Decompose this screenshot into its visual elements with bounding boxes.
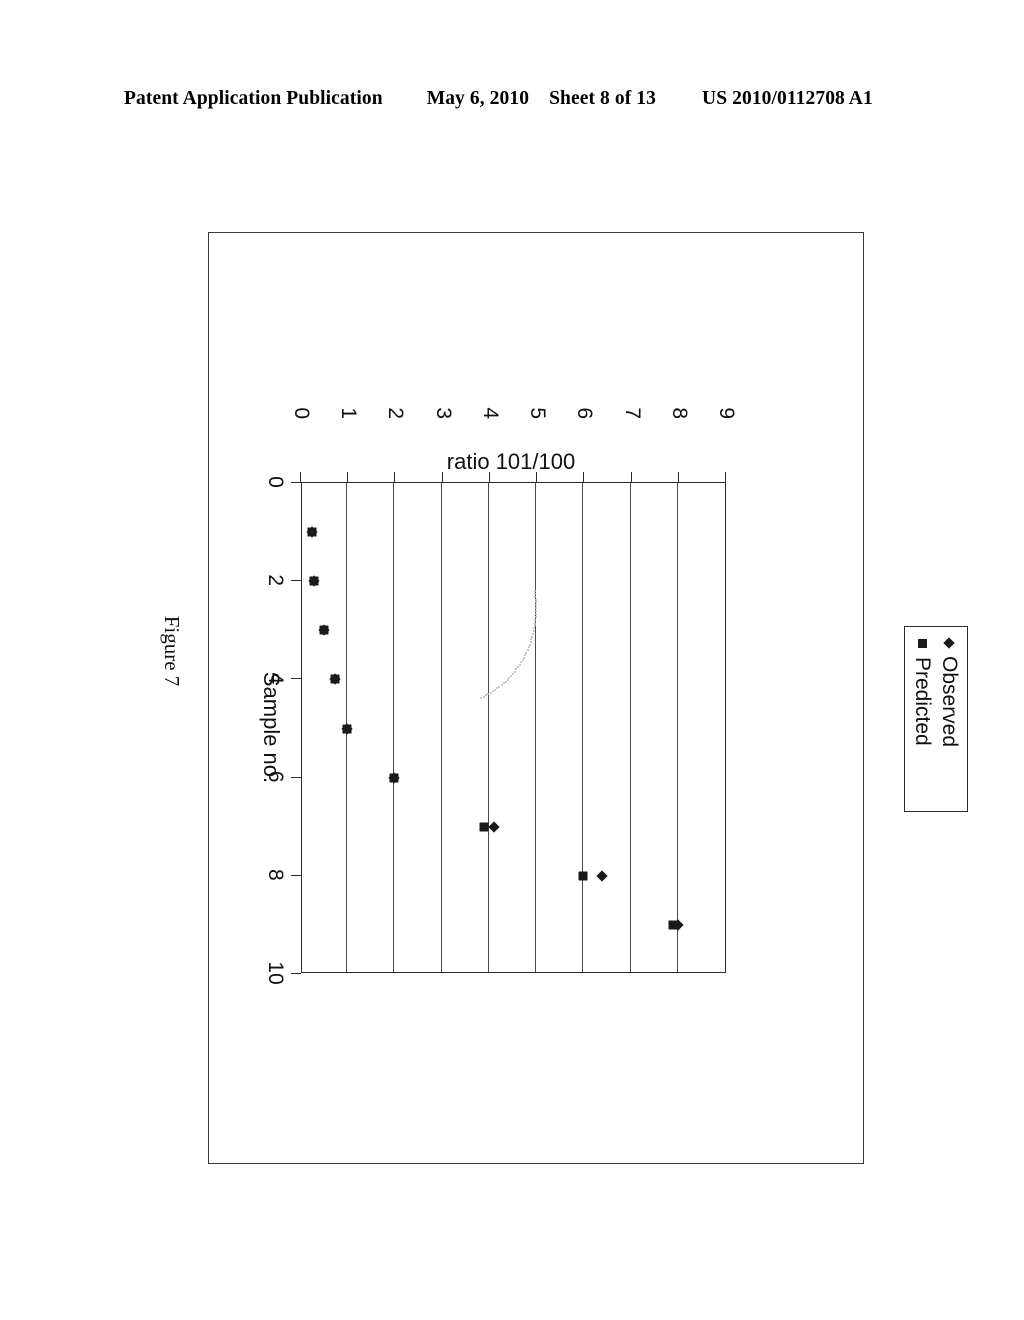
y-axis-tick [300,472,301,482]
legend-item-predicted: Predicted [909,639,936,811]
publication-date: May 6, 2010 [426,88,530,109]
data-point-predicted [319,625,329,635]
legend-item-observed: Observed [936,637,963,811]
y-axis-tick [677,472,679,482]
chart-legend: Observed Predicted [904,626,968,812]
x-axis-tick [291,973,301,974]
y-axis-tick-label: 6 [573,407,597,419]
data-point-predicted [668,920,678,930]
x-axis-title: Sample no. [259,671,284,784]
patent-header: Patent Application Publication May 6, 20… [124,88,900,114]
y-axis-tick-label: 5 [526,407,550,419]
gridline [535,483,537,972]
x-axis-tick [291,678,301,680]
data-point-predicted [309,576,319,586]
sheet-number: Sheet 8 of 13 [549,88,657,109]
y-axis-tick-label: 4 [478,407,502,419]
y-axis-tick-label: 7 [620,407,644,419]
diamond-marker-icon [943,637,956,649]
figure-caption: Figure 7 [160,615,184,687]
data-point-predicted [342,724,352,733]
gridline [440,483,442,972]
legend-label-predicted: Predicted [911,657,935,746]
y-axis-tick-label: 0 [290,407,313,419]
x-axis-tick [291,580,301,582]
gridline [676,483,678,972]
x-axis-tick [291,482,301,483]
gridline [629,483,631,972]
data-point-observed [596,870,608,882]
data-point-predicted [479,822,489,832]
gridline [487,483,489,972]
x-axis-tick [291,874,301,876]
data-point-predicted [578,871,588,881]
data-point-predicted [330,674,340,684]
publication-title: Patent Application Publication [124,88,383,109]
legend-label-observed: Observed [938,656,962,748]
y-axis-tick [347,472,349,482]
plot-area [301,482,726,973]
data-point-predicted [307,527,317,537]
gridline [582,483,584,972]
square-marker-icon [918,639,927,648]
data-point-predicted [389,773,399,783]
y-axis-tick [725,472,726,482]
y-axis-tick-label: 1 [337,407,361,419]
y-axis-tick-label: 3 [431,407,455,419]
y-axis-tick-label: 8 [667,407,691,419]
gridline [393,483,395,972]
data-point-observed [487,821,500,833]
patent-number: US 2010/0112708 A1 [702,88,873,109]
y-axis-title: ratio 101/100 [446,449,576,474]
x-axis-tick [291,776,301,778]
y-axis-tick-label: 2 [384,407,408,419]
y-axis-tick-label: 9 [715,407,738,419]
figure-chart: Observed Predicted 0123456789 0 2 4 6 8 10 Sa… [244,407,968,1062]
